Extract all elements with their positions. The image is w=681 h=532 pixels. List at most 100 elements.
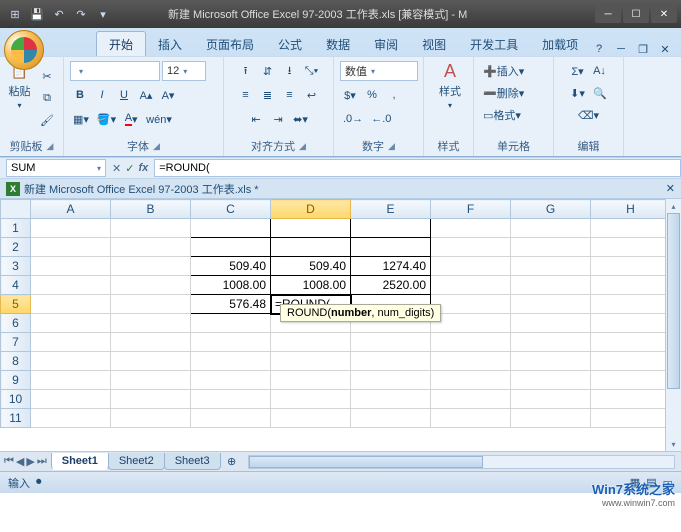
col-header-C[interactable]: C (191, 200, 271, 219)
align-top-icon[interactable]: ⭱ (236, 61, 256, 81)
paste-button[interactable]: 📋 粘贴 ▾ (6, 61, 33, 136)
cell-A8[interactable] (31, 352, 111, 371)
view-normal-icon[interactable]: ▦ (630, 476, 640, 489)
cell-E11[interactable] (351, 409, 431, 428)
cell-A11[interactable] (31, 409, 111, 428)
col-header-A[interactable]: A (31, 200, 111, 219)
phonetic-button[interactable]: wén▾ (143, 109, 175, 129)
cell-C3[interactable]: 509.40 (191, 257, 271, 276)
cell-G5[interactable] (511, 295, 591, 314)
cell-C1[interactable] (191, 219, 271, 238)
cell-E10[interactable] (351, 390, 431, 409)
maximize-button[interactable]: ☐ (623, 5, 649, 23)
percent-format-icon[interactable]: % (362, 85, 382, 105)
cell-D11[interactable] (271, 409, 351, 428)
cell-D1[interactable] (271, 219, 351, 238)
dialog-launcher-icon[interactable]: ◢ (299, 141, 306, 152)
view-pagebreak-icon[interactable]: ▭ (663, 476, 673, 489)
dialog-launcher-icon[interactable]: ◢ (47, 141, 54, 152)
align-left-icon[interactable]: ≡ (236, 85, 256, 105)
tab-开始[interactable]: 开始 (96, 31, 146, 56)
number-format-combo[interactable]: 数值▾ (340, 61, 418, 81)
cell-B8[interactable] (111, 352, 191, 371)
cell-D8[interactable] (271, 352, 351, 371)
font-name-combo[interactable]: ▾ (70, 61, 160, 81)
align-right-icon[interactable]: ≡ (280, 85, 300, 105)
select-all-corner[interactable] (1, 200, 31, 219)
sheet-tab-Sheet2[interactable]: Sheet2 (108, 453, 165, 470)
cell-E7[interactable] (351, 333, 431, 352)
cell-F3[interactable] (431, 257, 511, 276)
name-box[interactable]: SUM▾ (6, 159, 106, 177)
cell-C9[interactable] (191, 371, 271, 390)
cell-A10[interactable] (31, 390, 111, 409)
insert-cells-button[interactable]: ➕插入▾ (480, 61, 527, 81)
col-header-G[interactable]: G (511, 200, 591, 219)
cell-A3[interactable] (31, 257, 111, 276)
merge-cells-icon[interactable]: ⬌▾ (290, 109, 311, 129)
styles-button[interactable]: A 样式 ▾ (430, 61, 470, 110)
row-header-9[interactable]: 9 (1, 371, 31, 390)
cell-C7[interactable] (191, 333, 271, 352)
cell-D9[interactable] (271, 371, 351, 390)
cell-F7[interactable] (431, 333, 511, 352)
col-header-E[interactable]: E (351, 200, 431, 219)
tab-视图[interactable]: 视图 (410, 32, 458, 56)
cell-F11[interactable] (431, 409, 511, 428)
row-header-8[interactable]: 8 (1, 352, 31, 371)
format-cells-button[interactable]: ▭格式▾ (480, 105, 524, 125)
align-bottom-icon[interactable]: ⭳ (280, 61, 300, 81)
row-header-3[interactable]: 3 (1, 257, 31, 276)
cell-D3[interactable]: 509.40 (271, 257, 351, 276)
col-header-F[interactable]: F (431, 200, 511, 219)
tab-审阅[interactable]: 审阅 (362, 32, 410, 56)
save-icon[interactable]: 💾 (28, 5, 46, 23)
sheet-nav-prev-icon[interactable]: ◀ (16, 455, 24, 468)
cell-H4[interactable] (591, 276, 671, 295)
cell-E2[interactable] (351, 238, 431, 257)
wrap-text-icon[interactable]: ↩ (302, 85, 322, 105)
mdi-restore-icon[interactable]: ❐ (635, 42, 651, 56)
view-layout-icon[interactable]: ▤ (646, 476, 656, 489)
cell-C6[interactable] (191, 314, 271, 333)
delete-cells-button[interactable]: ➖删除▾ (480, 83, 527, 103)
align-center-icon[interactable]: ≣ (258, 85, 278, 105)
col-header-D[interactable]: D (271, 200, 351, 219)
cell-F9[interactable] (431, 371, 511, 390)
cell-C5[interactable]: 576.48 (191, 295, 271, 314)
cell-F2[interactable] (431, 238, 511, 257)
row-header-5[interactable]: 5 (1, 295, 31, 314)
cell-H3[interactable] (591, 257, 671, 276)
sheet-tab-Sheet3[interactable]: Sheet3 (164, 453, 221, 470)
cell-A1[interactable] (31, 219, 111, 238)
increase-indent-icon[interactable]: ⇥ (268, 109, 288, 129)
cell-G8[interactable] (511, 352, 591, 371)
dialog-launcher-icon[interactable]: ◢ (388, 141, 395, 152)
new-sheet-icon[interactable]: ⊕ (222, 452, 242, 472)
cell-G11[interactable] (511, 409, 591, 428)
cell-B2[interactable] (111, 238, 191, 257)
cell-D4[interactable]: 1008.00 (271, 276, 351, 295)
cell-C10[interactable] (191, 390, 271, 409)
increase-decimal-icon[interactable]: .0→ (340, 109, 366, 129)
cell-H11[interactable] (591, 409, 671, 428)
formula-input[interactable]: =ROUND( (154, 159, 681, 177)
format-painter-icon[interactable]: 🖌 (37, 111, 57, 131)
comma-format-icon[interactable]: , (384, 85, 404, 105)
tab-页面布局[interactable]: 页面布局 (194, 32, 266, 56)
cancel-formula-icon[interactable]: ✕ (112, 162, 121, 175)
vertical-scrollbar[interactable]: ▴▾ (665, 199, 681, 451)
shrink-font-icon[interactable]: A▾ (158, 85, 178, 105)
cell-F8[interactable] (431, 352, 511, 371)
cell-F4[interactable] (431, 276, 511, 295)
underline-button[interactable]: U (114, 85, 134, 105)
cell-C11[interactable] (191, 409, 271, 428)
grow-font-icon[interactable]: A▴ (136, 85, 156, 105)
cell-D10[interactable] (271, 390, 351, 409)
cell-H5[interactable] (591, 295, 671, 314)
accounting-format-icon[interactable]: $▾ (340, 85, 360, 105)
cell-G7[interactable] (511, 333, 591, 352)
cell-B9[interactable] (111, 371, 191, 390)
sheet-nav-first-icon[interactable]: ⏮ (4, 455, 14, 468)
cell-A4[interactable] (31, 276, 111, 295)
